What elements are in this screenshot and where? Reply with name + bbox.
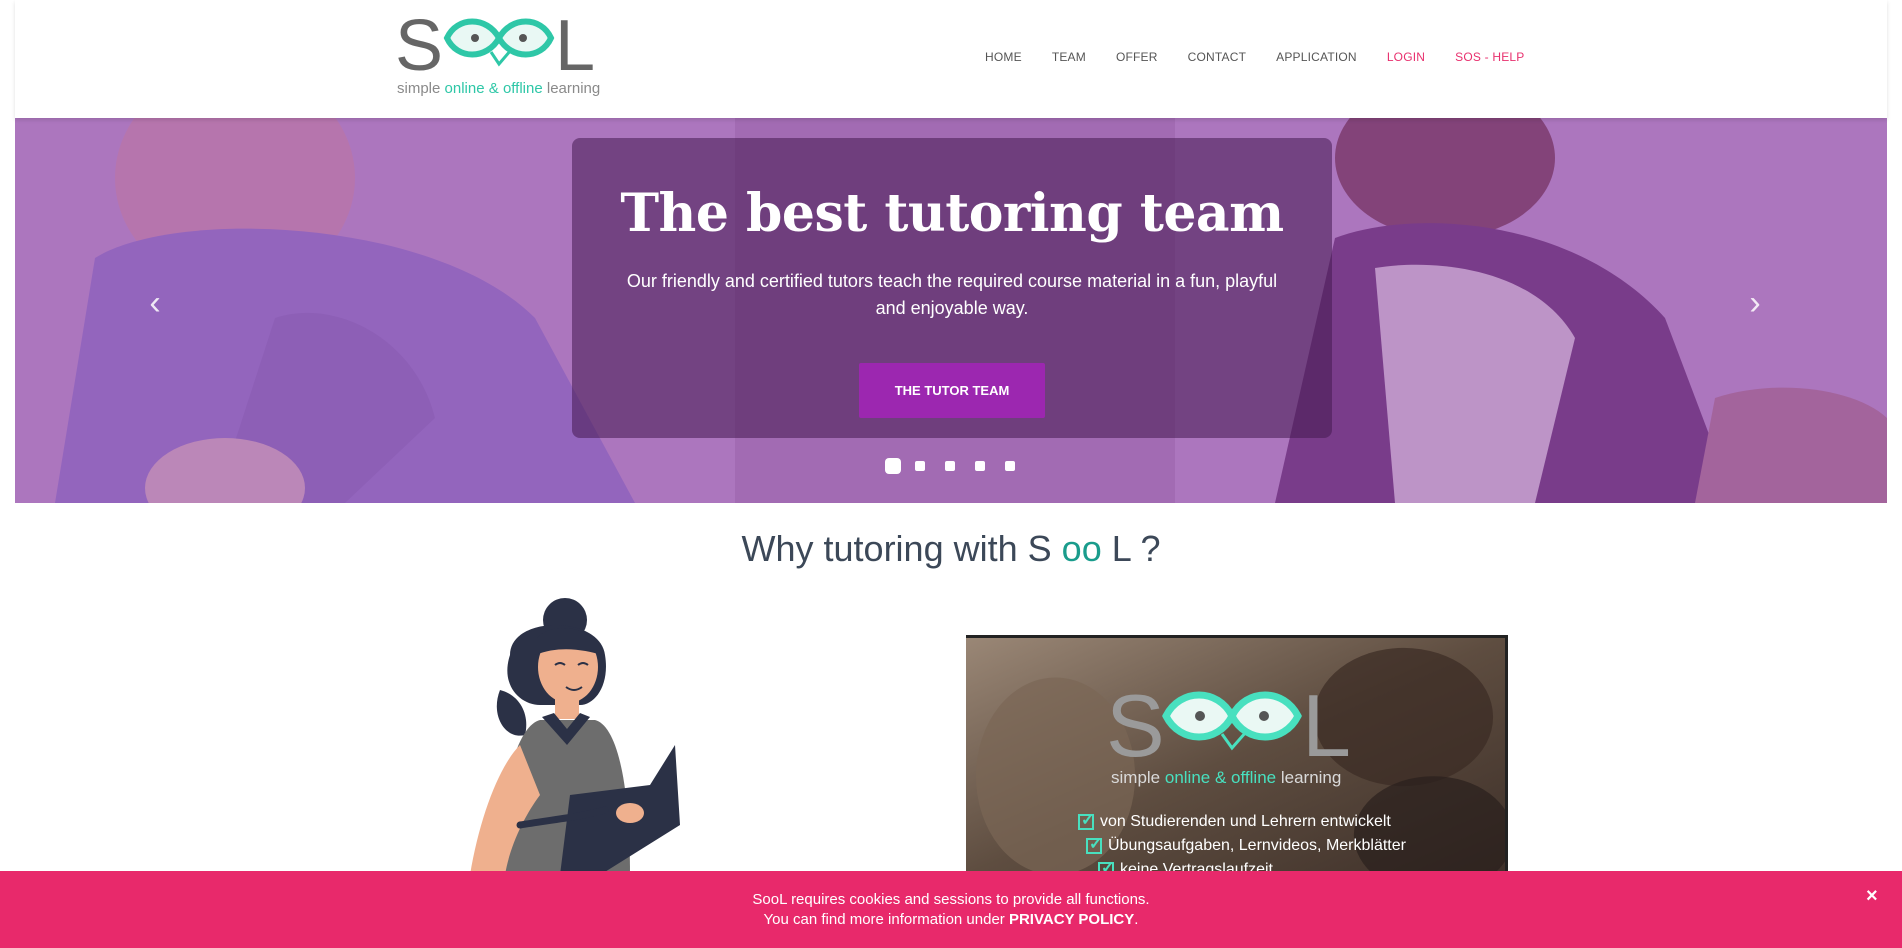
tutor-team-button[interactable]: THE TUTOR TEAM: [859, 363, 1045, 418]
cookie-message-line-2: You can find more information under PRIV…: [763, 911, 1139, 928]
video-check-2: Übungsaufgaben, Lernvideos, Merkblätter: [1086, 834, 1406, 855]
why-suffix: ?: [1140, 528, 1161, 569]
svg-text:L: L: [555, 8, 595, 86]
checkbox-icon: [1086, 834, 1102, 854]
checkbox-icon: [1078, 810, 1094, 830]
svg-text:S: S: [395, 8, 443, 86]
hero-caption-box: The best tutoring team Our friendly and …: [572, 138, 1332, 438]
why-prefix: Why tutoring with: [741, 528, 1018, 569]
why-l: L: [1111, 528, 1131, 569]
nav-team[interactable]: TEAM: [1052, 50, 1086, 64]
why-s: S: [1027, 528, 1052, 569]
why-heading: Why tutoring with S oo L ?: [0, 528, 1902, 570]
carousel-dot-5[interactable]: [1005, 461, 1015, 471]
site-header: S L simple online & offline learning HOM…: [15, 0, 1887, 118]
hero-carousel: The best tutoring team Our friendly and …: [15, 118, 1887, 503]
hero-description: Our friendly and certified tutors teach …: [626, 271, 1278, 318]
nav-login[interactable]: LOGIN: [1387, 50, 1425, 64]
video-tagline: simple online & offline learning: [1111, 768, 1342, 787]
privacy-policy-link[interactable]: PRIVACY POLICY: [1009, 911, 1134, 928]
carousel-dot-3[interactable]: [945, 461, 955, 471]
svg-text:S: S: [1106, 680, 1165, 770]
intro-video[interactable]: S L simple online & offline learning von…: [966, 635, 1508, 875]
chevron-left-icon[interactable]: ‹: [140, 286, 170, 320]
logo-mark: S L: [395, 8, 595, 86]
hero-title: The best tutoring team: [620, 183, 1284, 244]
tutor-illustration: [470, 598, 680, 875]
why-oo: oo: [1061, 528, 1102, 569]
carousel-dot-1[interactable]: [885, 458, 901, 474]
nav-contact[interactable]: CONTACT: [1188, 50, 1247, 64]
carousel-indicators: [885, 458, 1035, 474]
logo-tagline: simple online & offline learning: [397, 80, 601, 97]
carousel-dot-2[interactable]: [915, 461, 925, 471]
nav-application[interactable]: APPLICATION: [1276, 50, 1357, 64]
video-check-1: von Studierenden und Lehrern entwickelt: [1078, 810, 1391, 831]
nav-offer[interactable]: OFFER: [1116, 50, 1158, 64]
svg-text:L: L: [1302, 680, 1351, 770]
video-logo-mark: S L: [1106, 680, 1351, 770]
cookie-message-line-1: SooL requires cookies and sessions to pr…: [752, 891, 1150, 908]
close-icon[interactable]: ×: [1866, 885, 1878, 908]
nav-sos-help[interactable]: SOS - HELP: [1455, 50, 1524, 64]
carousel-dot-4[interactable]: [975, 461, 985, 471]
chevron-right-icon[interactable]: ›: [1740, 286, 1770, 320]
sool-logo[interactable]: S L simple online & offline learning: [395, 8, 615, 108]
nav-home[interactable]: HOME: [985, 50, 1022, 64]
cookie-banner: SooL requires cookies and sessions to pr…: [0, 871, 1902, 948]
main-nav: HOME TEAM OFFER CONTACT APPLICATION LOGI…: [985, 50, 1555, 64]
